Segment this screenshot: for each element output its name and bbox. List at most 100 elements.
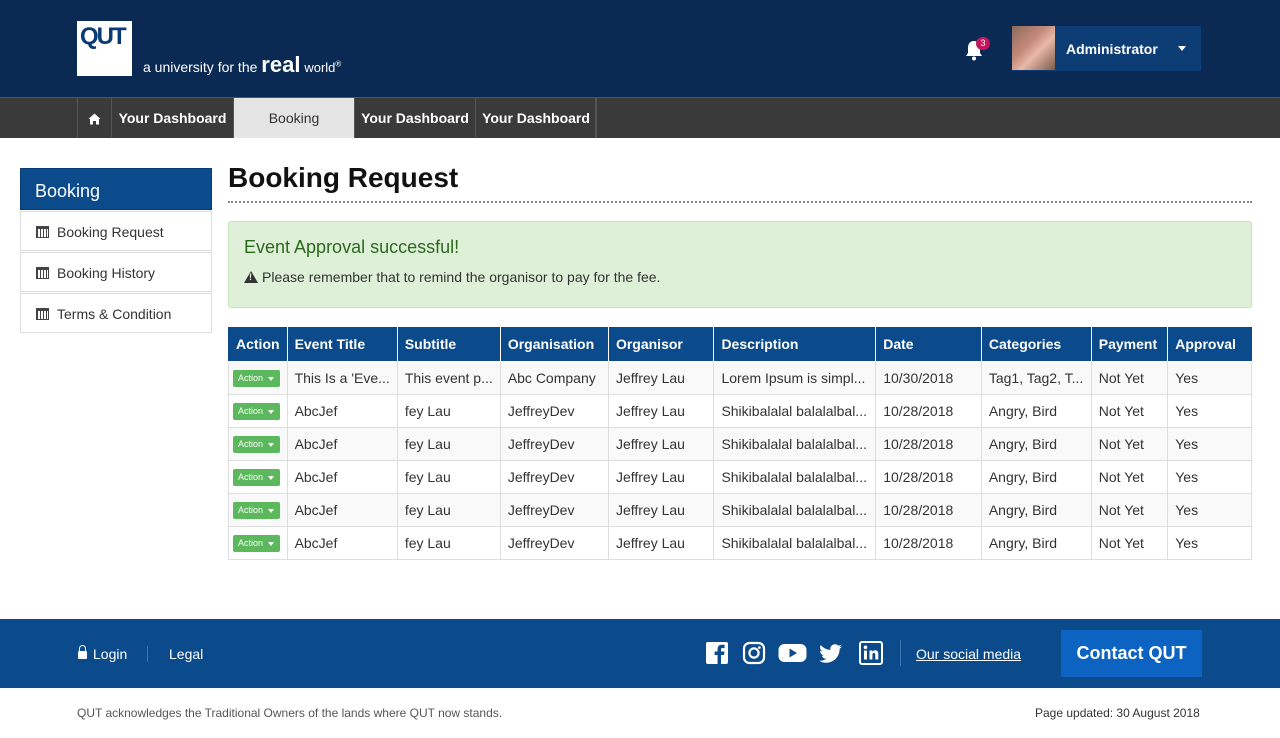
action-dropdown-button[interactable]: Action: [233, 403, 280, 420]
calendar-icon: [36, 226, 49, 238]
instagram-icon[interactable]: [742, 641, 766, 665]
table-row: Action AbcJef fey Lau JeffreyDev Jeffrey Lau…: [228, 459, 1252, 494]
nav-your-dashboard[interactable]: Your Dashboard: [111, 98, 233, 138]
table-cell: AbcJef: [286, 393, 398, 428]
nav-booking[interactable]: Booking: [233, 98, 354, 138]
acknowledgement-text: QUT acknowledges the Traditional Owners …: [77, 706, 503, 720]
table-cell: fey Lau: [396, 525, 501, 560]
qut-logo[interactable]: QUT: [77, 21, 132, 76]
action-cell: Action: [228, 360, 288, 395]
table-cell: Shikibalalal balalalbal...: [713, 393, 877, 428]
table-cell: Jeffrey Lau: [607, 426, 715, 461]
action-dropdown-button[interactable]: Action: [233, 502, 280, 519]
table-cell: 10/28/2018: [875, 492, 982, 527]
table-cell: Shikibalalal balalalbal...: [713, 492, 877, 527]
facebook-icon[interactable]: [705, 641, 729, 665]
sidebar-item-terms[interactable]: Terms & Condition: [20, 293, 212, 333]
user-name: Administrator: [1066, 41, 1158, 57]
sidebar-item-booking-history[interactable]: Booking History: [20, 252, 212, 292]
table-cell: AbcJef: [286, 426, 398, 461]
title-divider: [228, 201, 1252, 203]
login-link[interactable]: Login: [78, 645, 127, 662]
table-cell: Yes: [1167, 393, 1252, 428]
logo-text: QUT: [80, 23, 127, 50]
column-header[interactable]: Approval: [1167, 327, 1252, 362]
booking-table: Action Event Title Subtitle Organisation Org…: [228, 327, 1252, 560]
table-cell: AbcJef: [286, 525, 398, 560]
user-menu-button[interactable]: Administrator: [1012, 26, 1201, 71]
site-footer: Login Legal Our social media Contact QUT: [0, 619, 1280, 688]
action-dropdown-button[interactable]: Action: [233, 370, 280, 387]
contact-qut-button[interactable]: Contact QUT: [1061, 630, 1202, 677]
table-cell: Not Yet: [1090, 459, 1169, 494]
avatar: [1012, 26, 1055, 70]
linkedin-icon[interactable]: [859, 641, 883, 665]
table-cell: Not Yet: [1090, 525, 1169, 560]
main-nav: Your Dashboard Booking Your Dashboard Yo…: [0, 97, 1280, 138]
table-row: Action This Is a 'Eve... This event p... Ab…: [228, 360, 1252, 395]
table-cell: fey Lau: [396, 393, 501, 428]
table-cell: Angry, Bird: [980, 393, 1092, 428]
table-cell: Not Yet: [1090, 492, 1169, 527]
table-cell: Not Yet: [1090, 360, 1169, 395]
column-header[interactable]: Categories: [980, 327, 1092, 362]
table-cell: Yes: [1167, 459, 1252, 494]
tagline: a university for the real world®: [143, 52, 341, 78]
column-header[interactable]: Date: [875, 327, 982, 362]
table-cell: 10/28/2018: [875, 459, 982, 494]
table-cell: Yes: [1167, 492, 1252, 527]
table-cell: 10/28/2018: [875, 525, 982, 560]
table-row: Action AbcJef fey Lau JeffreyDev Jeffrey Lau…: [228, 525, 1252, 560]
home-icon: [88, 113, 101, 125]
column-header[interactable]: Subtitle: [396, 327, 501, 362]
column-header[interactable]: Organisation: [499, 327, 609, 362]
tagline-world: world: [304, 60, 336, 75]
action-dropdown-button[interactable]: Action: [233, 535, 280, 552]
calendar-icon: [36, 267, 49, 279]
sidebar-item-label: Terms & Condition: [57, 306, 172, 322]
table-cell: Shikibalalal balalalbal...: [713, 426, 877, 461]
sidebar-item-label: Booking History: [57, 265, 156, 281]
lock-icon: [78, 645, 87, 659]
page-title: Booking Request: [228, 162, 459, 193]
action-cell: Action: [228, 426, 288, 461]
nav-home[interactable]: [77, 98, 111, 138]
sidebar-item-booking-request[interactable]: Booking Request: [20, 211, 212, 251]
table-cell: AbcJef: [286, 459, 398, 494]
table-cell: fey Lau: [396, 459, 501, 494]
chevron-down-icon: [1178, 46, 1186, 51]
column-header[interactable]: Action: [228, 327, 288, 362]
table-row: Action AbcJef fey Lau JeffreyDev Jeffrey Lau…: [228, 393, 1252, 428]
sidebar-item-label: Booking Request: [57, 224, 164, 240]
table-cell: fey Lau: [396, 426, 501, 461]
table-cell: Jeffrey Lau: [607, 525, 715, 560]
site-header: QUT a university for the real world® 3 A…: [0, 0, 1280, 97]
nav-your-dashboard-2[interactable]: Your Dashboard: [354, 98, 475, 138]
table-cell: AbcJef: [286, 492, 398, 527]
action-dropdown-button[interactable]: Action: [233, 436, 280, 453]
tagline-prefix: a university for the: [143, 59, 258, 75]
nav-your-dashboard-3[interactable]: Your Dashboard: [475, 98, 596, 138]
action-cell: Action: [228, 492, 288, 527]
footer-divider: [900, 640, 901, 666]
table-cell: 10/30/2018: [875, 360, 982, 395]
calendar-icon: [36, 308, 49, 320]
column-header[interactable]: Organisor: [607, 327, 715, 362]
social-media-link[interactable]: Our social media: [916, 646, 1021, 662]
action-dropdown-button[interactable]: Action: [233, 469, 280, 486]
table-cell: JeffreyDev: [499, 525, 609, 560]
table-cell: Yes: [1167, 525, 1252, 560]
column-header[interactable]: Payment: [1090, 327, 1169, 362]
table-cell: Jeffrey Lau: [607, 360, 715, 395]
page-updated-text: Page updated: 30 August 2018: [1035, 706, 1200, 720]
youtube-icon[interactable]: [778, 641, 807, 665]
column-header[interactable]: Event Title: [286, 327, 398, 362]
action-cell: Action: [228, 393, 288, 428]
column-header[interactable]: Description: [713, 327, 877, 362]
table-cell: This Is a 'Eve...: [286, 360, 398, 395]
twitter-icon[interactable]: [819, 641, 843, 665]
table-cell: 10/28/2018: [875, 393, 982, 428]
legal-link[interactable]: Legal: [169, 646, 203, 662]
tagline-real: real: [261, 52, 301, 77]
success-alert: Event Approval successful! Please rememb…: [228, 221, 1252, 308]
